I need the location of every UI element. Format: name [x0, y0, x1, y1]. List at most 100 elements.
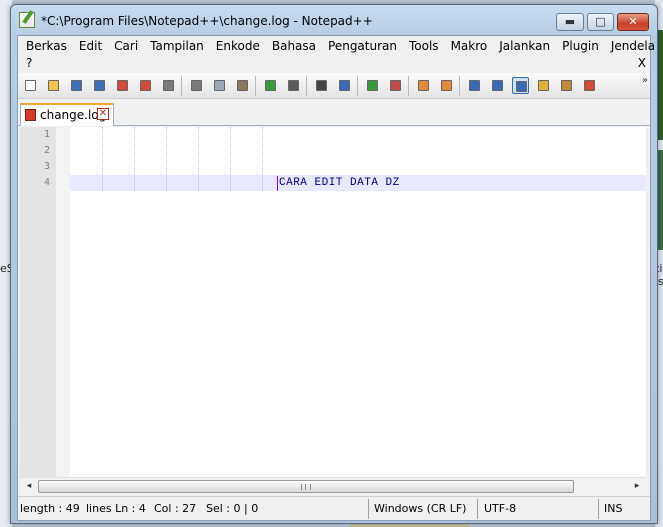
function-list-glyph — [561, 80, 572, 91]
redo-icon[interactable] — [285, 77, 302, 94]
close-all-icon[interactable] — [137, 77, 154, 94]
doc-map-glyph — [538, 80, 549, 91]
menu-item-plugin[interactable]: Plugin — [556, 38, 605, 54]
find-glyph — [316, 80, 327, 91]
menu-bar: Berkas Edit Cari Tampilan Enkode Bahasa Pengat… — [18, 36, 655, 72]
unsaved-file-icon — [25, 109, 36, 121]
new-file-icon[interactable] — [22, 77, 39, 94]
replace-icon[interactable] — [336, 77, 353, 94]
copy-glyph — [214, 80, 225, 91]
menu-item-cari[interactable]: Cari — [108, 38, 144, 54]
scroll-right-icon[interactable]: ▸ — [630, 480, 644, 493]
menu-item-jalankan[interactable]: Jalankan — [493, 38, 556, 54]
macro-record-glyph — [584, 80, 595, 91]
close-glyph — [117, 80, 128, 91]
open-file-glyph — [48, 80, 59, 91]
status-divider — [368, 499, 369, 519]
sync-horizontal-glyph — [441, 80, 452, 91]
zoom-in-glyph — [367, 80, 378, 91]
print-icon[interactable] — [160, 77, 177, 94]
indent-guide — [198, 127, 199, 191]
close-window-button[interactable]: ✕ — [617, 13, 649, 31]
macro-record-icon[interactable] — [581, 77, 598, 94]
close-all-glyph — [140, 80, 151, 91]
window-title: *C:\Program Files\Notepad++\change.log -… — [41, 14, 373, 28]
indent-guide-icon[interactable] — [512, 77, 529, 94]
undo-icon[interactable] — [262, 77, 279, 94]
toolbar-separator — [459, 76, 460, 96]
zoom-in-icon[interactable] — [364, 77, 381, 94]
tab-change-log[interactable]: change.log ✕ — [20, 103, 114, 126]
menu-item-pengaturan[interactable]: Pengaturan — [322, 38, 403, 54]
zoom-out-glyph — [390, 80, 401, 91]
sync-horizontal-icon[interactable] — [438, 77, 455, 94]
status-encoding[interactable]: UTF-8 — [484, 501, 516, 517]
text-caret — [277, 176, 278, 191]
sync-vertical-icon[interactable] — [415, 77, 432, 94]
line-number: 1 — [43, 129, 50, 140]
menu-item-edit[interactable]: Edit — [73, 38, 108, 54]
menu-item-enkode[interactable]: Enkode — [210, 38, 266, 54]
find-icon[interactable] — [313, 77, 330, 94]
scroll-left-icon[interactable]: ◂ — [22, 480, 36, 493]
indent-guide — [230, 127, 231, 191]
word-wrap-icon[interactable] — [466, 77, 483, 94]
new-file-glyph — [25, 80, 36, 91]
editor-line-4[interactable]: CARA EDIT DATA DZ — [279, 177, 400, 190]
replace-glyph — [339, 80, 350, 91]
toolbar: » — [18, 73, 650, 99]
sync-vertical-glyph — [418, 80, 429, 91]
word-wrap-glyph — [469, 80, 480, 91]
cut-icon[interactable] — [188, 77, 205, 94]
notepad-app-icon[interactable] — [19, 12, 35, 28]
close-document-button[interactable]: X — [638, 55, 646, 71]
save-all-icon[interactable] — [91, 77, 108, 94]
save-glyph — [71, 80, 82, 91]
tab-bar: change.log ✕ — [18, 100, 650, 126]
tab-close-icon[interactable]: ✕ — [97, 108, 109, 120]
toolbar-separator — [306, 76, 307, 96]
doc-map-icon[interactable] — [535, 77, 552, 94]
menu-item-tampilan[interactable]: Tampilan — [144, 38, 210, 54]
status-lines: lines Ln : 4 — [86, 502, 146, 515]
paste-glyph — [237, 80, 248, 91]
redo-glyph — [288, 80, 299, 91]
menu-item-tools[interactable]: Tools — [403, 38, 445, 54]
function-list-icon[interactable] — [558, 77, 575, 94]
scrollbar-thumb[interactable] — [38, 480, 574, 493]
show-all-chars-icon[interactable] — [489, 77, 506, 94]
minimize-button[interactable]: ▬ — [556, 13, 584, 31]
maximize-button[interactable]: □ — [587, 13, 614, 31]
toolbar-separator — [357, 76, 358, 96]
menu-item-jendela[interactable]: Jendela — [605, 38, 661, 54]
copy-icon[interactable] — [211, 77, 228, 94]
status-eol[interactable]: Windows (CR LF) — [374, 501, 466, 517]
toolbar-overflow-icon[interactable]: » — [642, 75, 648, 86]
menu-row: Berkas Edit Cari Tampilan Enkode Bahasa Pengat… — [20, 38, 661, 54]
editor-area[interactable]: 1 2 3 4 CARA EDIT DATA DZ — [20, 127, 646, 477]
line-number: 4 — [43, 177, 50, 188]
open-file-icon[interactable] — [45, 77, 62, 94]
close-icon[interactable] — [114, 77, 131, 94]
menu-item-berkas[interactable]: Berkas — [20, 38, 73, 54]
menu-item-help[interactable]: ? — [26, 55, 32, 71]
save-icon[interactable] — [68, 77, 85, 94]
zoom-out-icon[interactable] — [387, 77, 404, 94]
save-all-glyph — [94, 80, 105, 91]
status-divider — [598, 499, 599, 519]
indent-guide — [102, 127, 103, 191]
paste-icon[interactable] — [234, 77, 251, 94]
title-bar[interactable]: *C:\Program Files\Notepad++\change.log -… — [11, 5, 657, 35]
fold-margin[interactable] — [56, 127, 70, 477]
horizontal-scrollbar[interactable]: ◂ ▸ — [20, 477, 646, 494]
line-number: 2 — [43, 145, 50, 156]
status-insert-mode[interactable]: INS — [604, 501, 622, 517]
menu-item-bahasa[interactable]: Bahasa — [266, 38, 322, 54]
menu-item-makro[interactable]: Makro — [445, 38, 494, 54]
undo-glyph — [265, 80, 276, 91]
line-number: 3 — [43, 161, 50, 172]
status-column: Col : 27 — [154, 502, 197, 515]
scrollbar-grip-icon — [301, 484, 311, 490]
status-divider — [477, 499, 478, 519]
status-selection: Sel : 0 | 0 — [206, 502, 259, 515]
